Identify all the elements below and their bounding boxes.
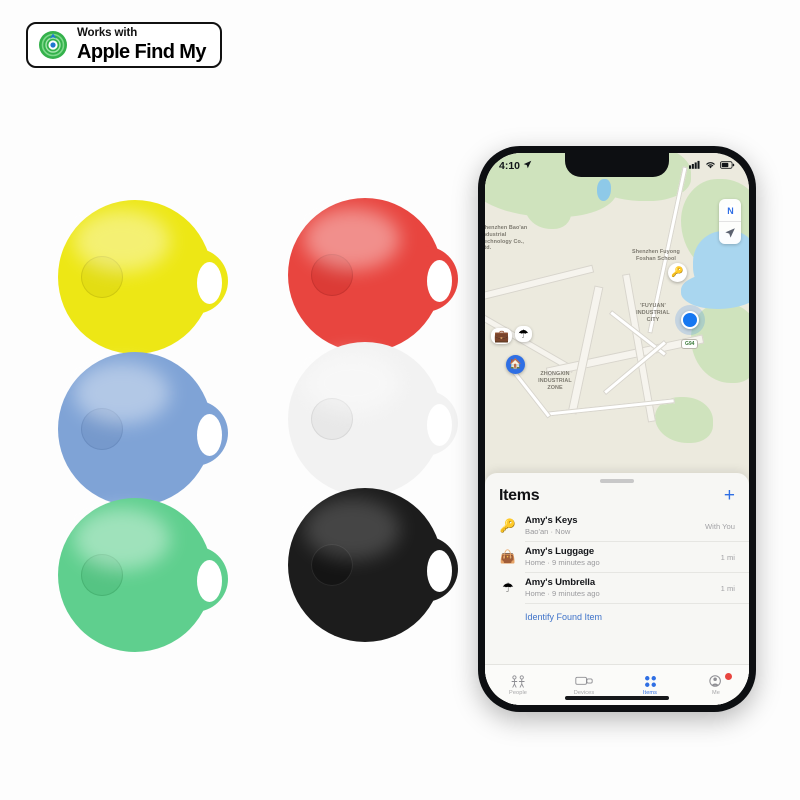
list-item-subtitle: Home · 9 minutes ago bbox=[525, 588, 600, 598]
yellow-tracker bbox=[58, 200, 228, 370]
devices-icon bbox=[575, 674, 593, 688]
status-time: 4:10 bbox=[499, 160, 521, 172]
black-tracker bbox=[288, 488, 458, 658]
tab-items[interactable]: Items bbox=[617, 674, 683, 696]
tracker-keyring-hole bbox=[427, 550, 452, 592]
tracker-gloss bbox=[304, 208, 400, 270]
items-sheet-header: Items + bbox=[485, 485, 749, 511]
locate-me-button[interactable] bbox=[719, 221, 741, 244]
blue-tracker bbox=[58, 352, 228, 522]
list-item-subtitle: Bao'an · Now bbox=[525, 526, 571, 536]
badge-works-with-label: Works with bbox=[77, 27, 138, 40]
map-label: Shenzhen Bao'anIndustrialTechnology Co.,… bbox=[485, 225, 528, 252]
tab-devices[interactable]: Devices bbox=[551, 674, 617, 696]
map-label: Shenzhen Fuyong Foshan School bbox=[632, 249, 680, 262]
tracker-gloss bbox=[304, 498, 400, 560]
items-title: Items bbox=[499, 486, 540, 504]
tracker-keyring-hole bbox=[427, 260, 452, 302]
identify-found-item-link[interactable]: Identify Found Item bbox=[485, 604, 749, 626]
tracker-gloss bbox=[74, 362, 170, 424]
tracker-keyring-hole bbox=[427, 404, 452, 446]
map-water bbox=[681, 273, 749, 309]
compass-north-icon[interactable]: N bbox=[719, 199, 741, 221]
items-sheet: Items + 🔑 Amy's Keys Bao'an · Now With Y… bbox=[485, 473, 749, 705]
map-label: ZHONGXIN INDUSTRIAL ZONE bbox=[538, 371, 572, 391]
me-icon bbox=[709, 674, 723, 688]
list-item-title: Amy's Luggage bbox=[525, 545, 595, 557]
list-item-text: Amy's Luggage Home · 9 minutes ago bbox=[525, 545, 713, 567]
location-arrow-icon bbox=[523, 160, 532, 172]
list-item-meta: With You bbox=[705, 521, 735, 531]
tracker-keyring-hole bbox=[197, 560, 222, 602]
map-green-area bbox=[525, 189, 571, 229]
map-road bbox=[567, 285, 604, 415]
items-icon bbox=[644, 674, 657, 688]
status-bar-right bbox=[689, 160, 735, 172]
people-icon bbox=[510, 674, 527, 688]
key-pin-icon[interactable]: 🔑 bbox=[668, 263, 687, 282]
tab-label: People bbox=[508, 690, 528, 696]
tracker-gloss bbox=[74, 508, 170, 570]
badge-apple-find-my-label: Apple Find My bbox=[77, 40, 206, 63]
luggage-icon: 👜 bbox=[499, 549, 517, 564]
list-item[interactable]: 👜 Amy's Luggage Home · 9 minutes ago 1 m… bbox=[485, 542, 749, 572]
highway-shield-g94: G94 bbox=[681, 339, 699, 349]
umbrella-pin-icon[interactable]: ☂ bbox=[515, 326, 532, 342]
user-location-dot-icon bbox=[681, 311, 699, 329]
items-list: 🔑 Amy's Keys Bao'an · Now With You 👜 Amy… bbox=[485, 511, 749, 664]
white-tracker bbox=[288, 342, 458, 512]
list-item-meta: 1 mi bbox=[720, 552, 735, 562]
list-item-title: Amy's Umbrella bbox=[525, 576, 596, 588]
list-item-text: Amy's Keys Bao'an · Now bbox=[525, 514, 697, 536]
luggage-pin-icon[interactable]: 💼 bbox=[491, 328, 512, 344]
badge-text: Works with Apple Find My bbox=[77, 28, 206, 62]
sheet-grabber-icon[interactable] bbox=[600, 479, 634, 483]
tracker-gloss bbox=[74, 210, 170, 272]
tab-people[interactable]: People bbox=[485, 674, 551, 696]
tracker-keyring-hole bbox=[197, 414, 222, 456]
tracker-keyring-hole bbox=[197, 262, 222, 304]
tab-label: Me bbox=[712, 690, 720, 696]
list-item-subtitle: Home · 9 minutes ago bbox=[525, 557, 600, 567]
svg-text:N: N bbox=[727, 205, 733, 215]
wifi-icon bbox=[705, 160, 716, 172]
status-bar-left: 4:10 bbox=[499, 160, 532, 172]
map-label: 'FUYUAN' INDUSTRIAL CITY bbox=[636, 303, 670, 323]
green-tracker bbox=[58, 498, 228, 668]
phone-screen: Shenzhen Bao'anIndustrialTechnology Co.,… bbox=[485, 153, 749, 705]
umbrella-icon: ☂ bbox=[502, 580, 514, 595]
tracker-gloss bbox=[304, 352, 400, 414]
list-item[interactable]: ☂ Amy's Umbrella Home · 9 minutes ago 1 … bbox=[485, 573, 749, 603]
battery-icon bbox=[720, 160, 735, 172]
works-with-apple-find-my-badge: Works with Apple Find My bbox=[26, 22, 222, 68]
list-item-text: Amy's Umbrella Home · 9 minutes ago bbox=[525, 576, 713, 598]
home-indicator bbox=[565, 696, 669, 700]
add-item-button[interactable]: + bbox=[724, 486, 735, 505]
home-pin-icon[interactable]: 🏠 bbox=[506, 355, 525, 374]
map-controls[interactable]: N bbox=[719, 199, 741, 244]
key-icon: 🔑 bbox=[499, 518, 517, 533]
list-item-title: Amy's Keys bbox=[525, 514, 578, 526]
phone-notch bbox=[565, 153, 669, 177]
list-item[interactable]: 🔑 Amy's Keys Bao'an · Now With You bbox=[485, 511, 749, 541]
map-road bbox=[485, 264, 595, 302]
tab-me[interactable]: Me bbox=[683, 672, 749, 696]
cellular-bars-icon bbox=[689, 160, 701, 172]
notification-badge bbox=[724, 672, 733, 681]
find-my-logo-icon bbox=[38, 30, 68, 60]
list-item-meta: 1 mi bbox=[720, 583, 735, 593]
iphone-mockup: Shenzhen Bao'anIndustrialTechnology Co.,… bbox=[478, 146, 756, 712]
